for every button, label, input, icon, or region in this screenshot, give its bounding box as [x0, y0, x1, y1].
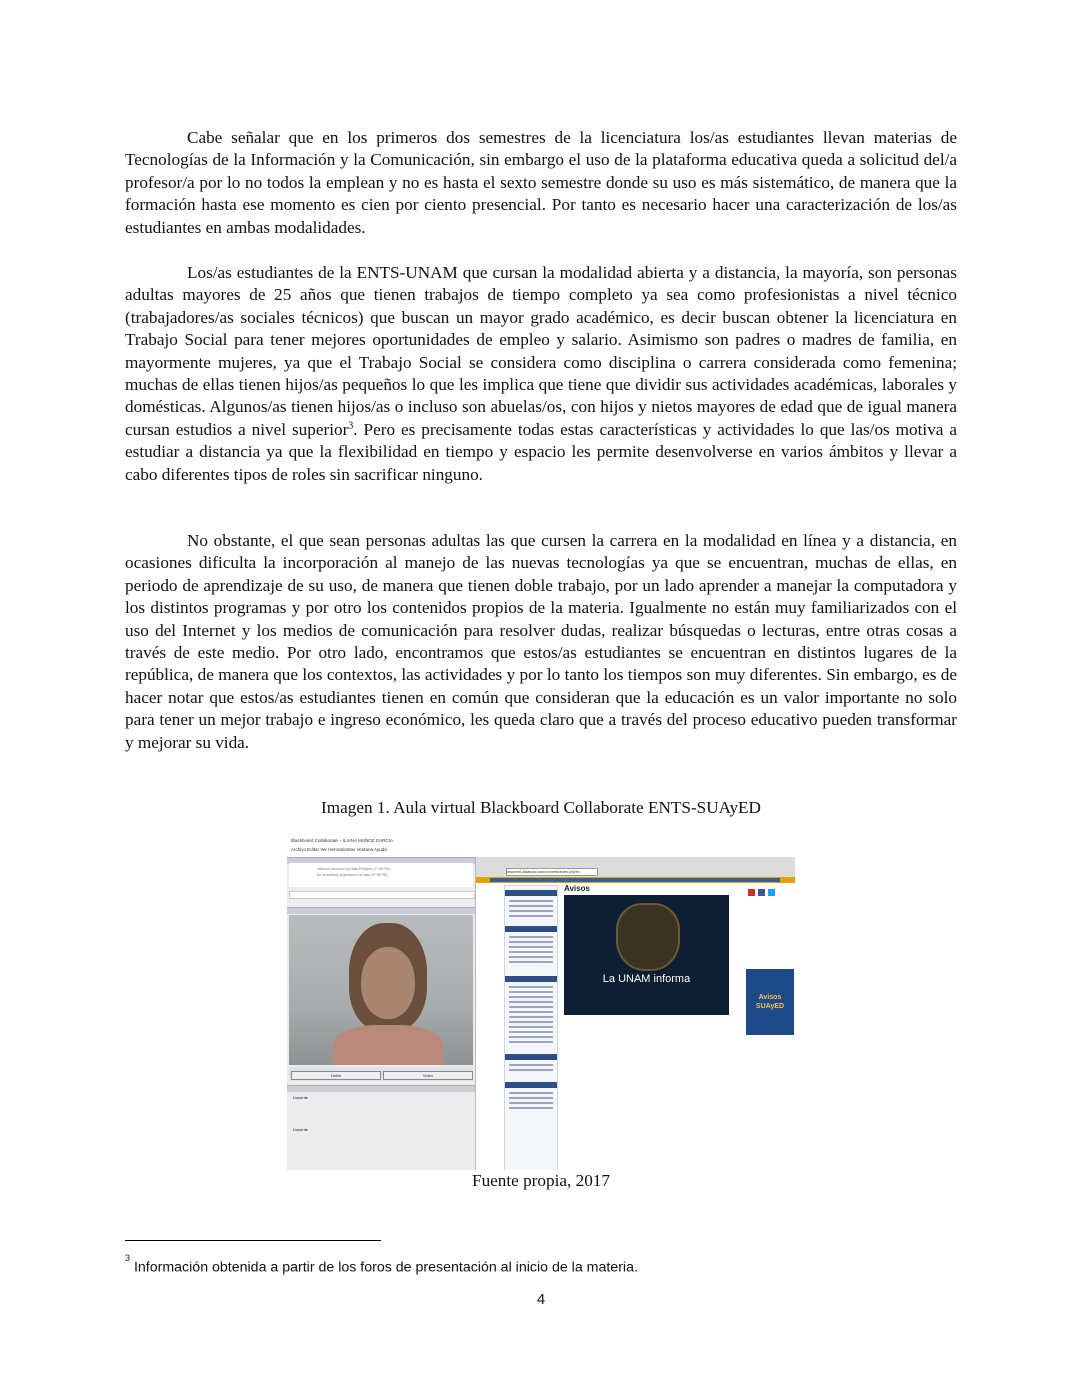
- document-page: Cabe señalar que en los primeros dos sem…: [0, 0, 1082, 1400]
- fig-video-controls: Hable Video: [289, 1067, 473, 1081]
- fig-participant: Docente: [293, 1095, 308, 1100]
- page-number: 4: [536, 1291, 546, 1308]
- fig-site-main: Avisos La UNAM informa: [562, 884, 732, 1170]
- footnote-text: Información obtenida a partir de los for…: [130, 1259, 638, 1276]
- fig-participant: Docente: [293, 1127, 308, 1132]
- footnote: 3 Información obtenida a partir de los f…: [125, 1253, 638, 1277]
- facebook-icon: [758, 889, 765, 896]
- fig-chat-area: Usted se incorporó a la sala Principal (…: [289, 863, 473, 887]
- figure-screenshot: Blackboard Collaborate – ILIANA MUÑOZ GA…: [287, 835, 795, 1170]
- fig-unam-banner: La UNAM informa: [564, 895, 729, 1015]
- fig-chat-line: Se ha activado la grabación de sala ( 07…: [317, 873, 389, 877]
- paragraph-2-text-a: Los/as estudiantes de la ENTS-UNAM que c…: [125, 263, 957, 439]
- fig-video-button: Video: [383, 1071, 473, 1080]
- twitter-icon: [768, 889, 775, 896]
- fig-window-title: Blackboard Collaborate – ILIANA MUÑOZ GA…: [291, 838, 394, 843]
- fig-avisos-suayed-text: Avisos SUAyED: [755, 994, 785, 1010]
- fig-calendar-link: Calendario escolar 2016-2: [742, 1037, 790, 1042]
- fig-video-header: [287, 907, 475, 914]
- fig-browser-toolbar: www.enti.distancia.unam.mx/ents/index.ph…: [476, 857, 795, 877]
- fig-webcam-video: [289, 915, 473, 1065]
- fig-chat-line: Usted se incorporó a la sala Principal (…: [317, 867, 391, 871]
- fig-menu-bar: Archivo Editar Ver Herramientas Ventana …: [291, 847, 387, 852]
- fig-banner-text: La UNAM informa: [602, 973, 691, 985]
- fig-collaborate-panel: Usted se incorporó a la sala Principal (…: [287, 857, 476, 1170]
- figure-source: Fuente propia, 2017: [472, 1171, 610, 1190]
- fig-talk-button: Hable: [291, 1071, 381, 1080]
- fig-chat-input: [289, 891, 475, 899]
- fig-url-field: www.enti.distancia.unam.mx/ents/index.ph…: [506, 868, 598, 876]
- fig-window-titlebar: Blackboard Collaborate – ILIANA MUÑOZ GA…: [287, 835, 795, 857]
- fig-browser-window: www.enti.distancia.unam.mx/ents/index.ph…: [476, 857, 795, 1170]
- fig-avisos-heading: Avisos: [564, 884, 590, 893]
- fig-site-sidebar: [504, 885, 558, 1170]
- fig-site-right-column: Avisos SUAyED Calendario escolar 2016-2: [738, 885, 794, 1170]
- footnote-mark: 3: [125, 1253, 131, 1263]
- youtube-icon: [748, 889, 755, 896]
- fig-participants-header: [287, 1085, 475, 1092]
- figure-caption: Imagen 1. Aula virtual Blackboard Collab…: [321, 798, 761, 817]
- paragraph-1: Cabe señalar que en los primeros dos sem…: [125, 128, 957, 237]
- paragraph-3: No obstante, el que sean personas adulta…: [125, 531, 957, 752]
- fig-avisos-suayed-box: Avisos SUAyED: [746, 969, 794, 1035]
- paragraph-2: Los/as estudiantes de la ENTS-UNAM que c…: [125, 262, 957, 486]
- unam-crest-icon: [616, 903, 680, 971]
- footnote-divider: [125, 1240, 381, 1241]
